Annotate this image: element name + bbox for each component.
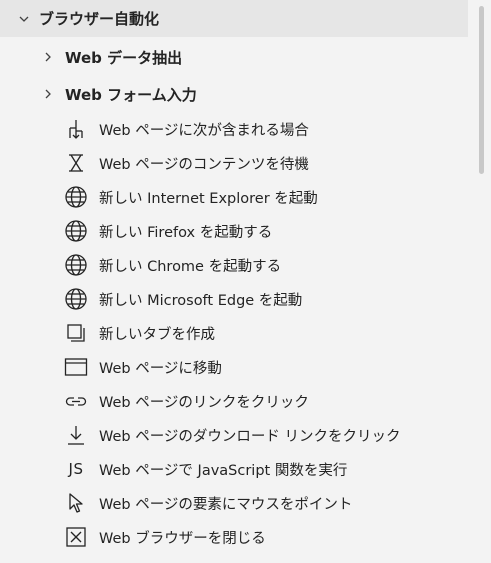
action-label: 新しい Firefox を起動する bbox=[99, 224, 273, 241]
new-tab-icon bbox=[64, 321, 88, 345]
subgroup-web-form-filling[interactable]: Web フォーム入力 bbox=[0, 77, 468, 111]
action-create-new-tab[interactable]: 新しいタブを作成 bbox=[0, 316, 468, 350]
action-run-javascript[interactable]: JS Web ページで JavaScript 関数を実行 bbox=[0, 452, 468, 486]
globe-icon bbox=[64, 219, 88, 243]
globe-icon bbox=[64, 287, 88, 311]
chevron-right-icon[interactable] bbox=[41, 87, 55, 101]
group-browser-automation[interactable]: ブラウザー自動化 bbox=[0, 0, 468, 37]
javascript-icon: JS bbox=[68, 460, 84, 478]
group-title: ブラウザー自動化 bbox=[39, 10, 160, 28]
action-label: Web ページに移動 bbox=[99, 360, 222, 377]
action-go-to-web-page[interactable]: Web ページに移動 bbox=[0, 350, 468, 384]
action-launch-chrome[interactable]: 新しい Chrome を起動する bbox=[0, 248, 468, 282]
hourglass-icon bbox=[64, 151, 88, 175]
action-click-download-link[interactable]: Web ページのダウンロード リンクをクリック bbox=[0, 418, 468, 452]
globe-icon bbox=[64, 185, 88, 209]
action-label: Web ページのダウンロード リンクをクリック bbox=[99, 428, 401, 445]
action-label: Web ブラウザーを閉じる bbox=[99, 530, 266, 547]
action-label: 新しい Chrome を起動する bbox=[99, 258, 282, 275]
branch-icon bbox=[64, 117, 88, 141]
action-launch-internet-explorer[interactable]: 新しい Internet Explorer を起動 bbox=[0, 180, 468, 214]
action-label: Web ページのリンクをクリック bbox=[99, 394, 309, 411]
action-hover-mouse-over-element[interactable]: Web ページの要素にマウスをポイント bbox=[0, 486, 468, 520]
action-label: 新しい Internet Explorer を起動 bbox=[99, 190, 318, 207]
subgroup-web-data-extraction[interactable]: Web データ抽出 bbox=[0, 40, 468, 74]
action-if-web-page-contains[interactable]: Web ページに次が含まれる場合 bbox=[0, 112, 468, 146]
cursor-icon bbox=[64, 491, 88, 515]
browser-window-icon bbox=[64, 355, 88, 379]
action-click-link-on-web-page[interactable]: Web ページのリンクをクリック bbox=[0, 384, 468, 418]
chevron-down-icon[interactable] bbox=[17, 12, 31, 26]
subgroup-label: Web データ抽出 bbox=[65, 48, 183, 67]
action-label: Web ページの要素にマウスをポイント bbox=[99, 496, 353, 513]
action-launch-microsoft-edge[interactable]: 新しい Microsoft Edge を起動 bbox=[0, 282, 468, 316]
vertical-scrollbar[interactable] bbox=[472, 0, 491, 563]
download-icon bbox=[64, 423, 88, 447]
action-label: 新しいタブを作成 bbox=[99, 326, 215, 343]
chevron-right-icon[interactable] bbox=[41, 50, 55, 64]
action-close-web-browser[interactable]: Web ブラウザーを閉じる bbox=[0, 520, 468, 554]
subgroup-label: Web フォーム入力 bbox=[65, 85, 197, 104]
link-icon bbox=[64, 389, 88, 413]
action-label: Web ページで JavaScript 関数を実行 bbox=[99, 462, 348, 479]
actions-panel: ブラウザー自動化 Web データ抽出 Web フォーム入力 Web ページに次が… bbox=[0, 0, 472, 563]
action-wait-for-web-page-content[interactable]: Web ページのコンテンツを待機 bbox=[0, 146, 468, 180]
action-launch-firefox[interactable]: 新しい Firefox を起動する bbox=[0, 214, 468, 248]
close-box-icon bbox=[64, 525, 88, 549]
action-label: Web ページのコンテンツを待機 bbox=[99, 156, 309, 173]
scrollbar-thumb[interactable] bbox=[479, 6, 484, 174]
action-label: 新しい Microsoft Edge を起動 bbox=[99, 292, 303, 309]
action-label: Web ページに次が含まれる場合 bbox=[99, 122, 309, 139]
globe-icon bbox=[64, 253, 88, 277]
